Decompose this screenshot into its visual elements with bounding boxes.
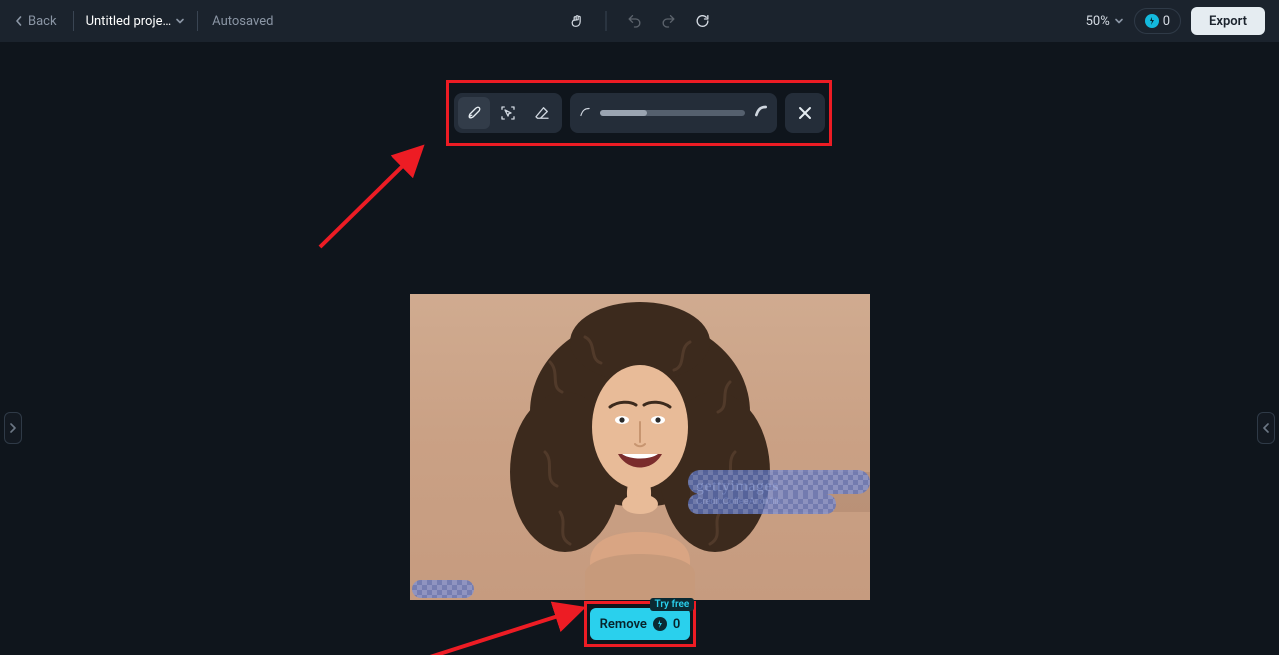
stroke-small-icon: [578, 104, 592, 123]
brush-mark: [688, 470, 870, 494]
redo-icon: [660, 13, 676, 29]
redo-button: [656, 9, 680, 33]
annotation-box-remove: Remove 0 Try free: [584, 601, 696, 647]
brush-tool-button[interactable]: [458, 97, 490, 129]
reset-button[interactable]: [690, 9, 714, 33]
eraser-icon: [533, 104, 551, 122]
inpaint-toolbar: [454, 93, 825, 133]
back-label: Back: [28, 14, 57, 29]
tool-group-modes: [454, 93, 562, 133]
chevron-down-icon: [1114, 16, 1124, 26]
brush-size-slider[interactable]: [600, 110, 745, 116]
project-dropdown[interactable]: Untitled proje…: [80, 14, 192, 29]
annotation-box-toolbar: [446, 80, 832, 146]
try-free-badge: Try free: [650, 598, 695, 611]
brush-mark: [688, 494, 836, 514]
divider: [73, 11, 74, 31]
canvas-image[interactable]: gettyimages Credit:CoffeeAndMilk: [410, 294, 870, 600]
pan-tool-button[interactable]: [565, 9, 589, 33]
header-right: 50% 0 Export: [1086, 7, 1279, 35]
zoom-dropdown[interactable]: 50%: [1086, 14, 1124, 29]
undo-icon: [626, 13, 642, 29]
credit-icon: [1145, 14, 1159, 28]
remove-label: Remove: [600, 617, 647, 632]
canvas-area[interactable]: gettyimages Credit:CoffeeAndMilk Remove …: [0, 42, 1279, 655]
export-button[interactable]: Export: [1191, 7, 1265, 35]
expand-right-handle[interactable]: [1257, 412, 1275, 444]
annotation-arrow-remove: [420, 597, 610, 655]
remove-cost: 0: [673, 617, 680, 632]
annotation-arrow-toolbar: [300, 137, 450, 257]
smart-select-tool-button[interactable]: [492, 97, 524, 129]
export-label: Export: [1209, 14, 1247, 29]
chevron-left-icon: [1262, 423, 1270, 433]
credit-icon: [653, 617, 667, 631]
header-left: Back Untitled proje… Autosaved: [0, 0, 281, 42]
eraser-tool-button[interactable]: [526, 97, 558, 129]
image-subject: [490, 302, 790, 600]
expand-left-handle[interactable]: [4, 412, 22, 444]
header-center: [565, 0, 714, 42]
hand-icon: [569, 13, 585, 29]
chevron-down-icon: [175, 16, 185, 26]
brush-icon: [465, 104, 483, 122]
autosaved-status: Autosaved: [204, 14, 281, 29]
divider: [197, 11, 198, 31]
credits-count: 0: [1163, 14, 1170, 29]
remove-button[interactable]: Remove 0 Try free: [590, 608, 691, 640]
tool-group-size: [570, 93, 777, 133]
app-header: Back Untitled proje… Autosaved 50%: [0, 0, 1279, 42]
back-button[interactable]: Back: [0, 14, 67, 29]
divider: [605, 11, 606, 31]
smart-select-icon: [499, 104, 517, 122]
chevron-left-icon: [14, 16, 24, 26]
credits-pill[interactable]: 0: [1134, 8, 1181, 34]
close-toolbar-button[interactable]: [785, 93, 825, 133]
undo-button: [622, 9, 646, 33]
stroke-large-icon: [753, 103, 769, 123]
refresh-icon: [694, 13, 710, 29]
close-icon: [798, 106, 812, 120]
brush-mark: [412, 580, 474, 598]
zoom-value: 50%: [1086, 14, 1110, 29]
chevron-right-icon: [9, 423, 17, 433]
project-name: Untitled proje…: [86, 14, 172, 29]
brush-size-fill: [600, 110, 648, 116]
